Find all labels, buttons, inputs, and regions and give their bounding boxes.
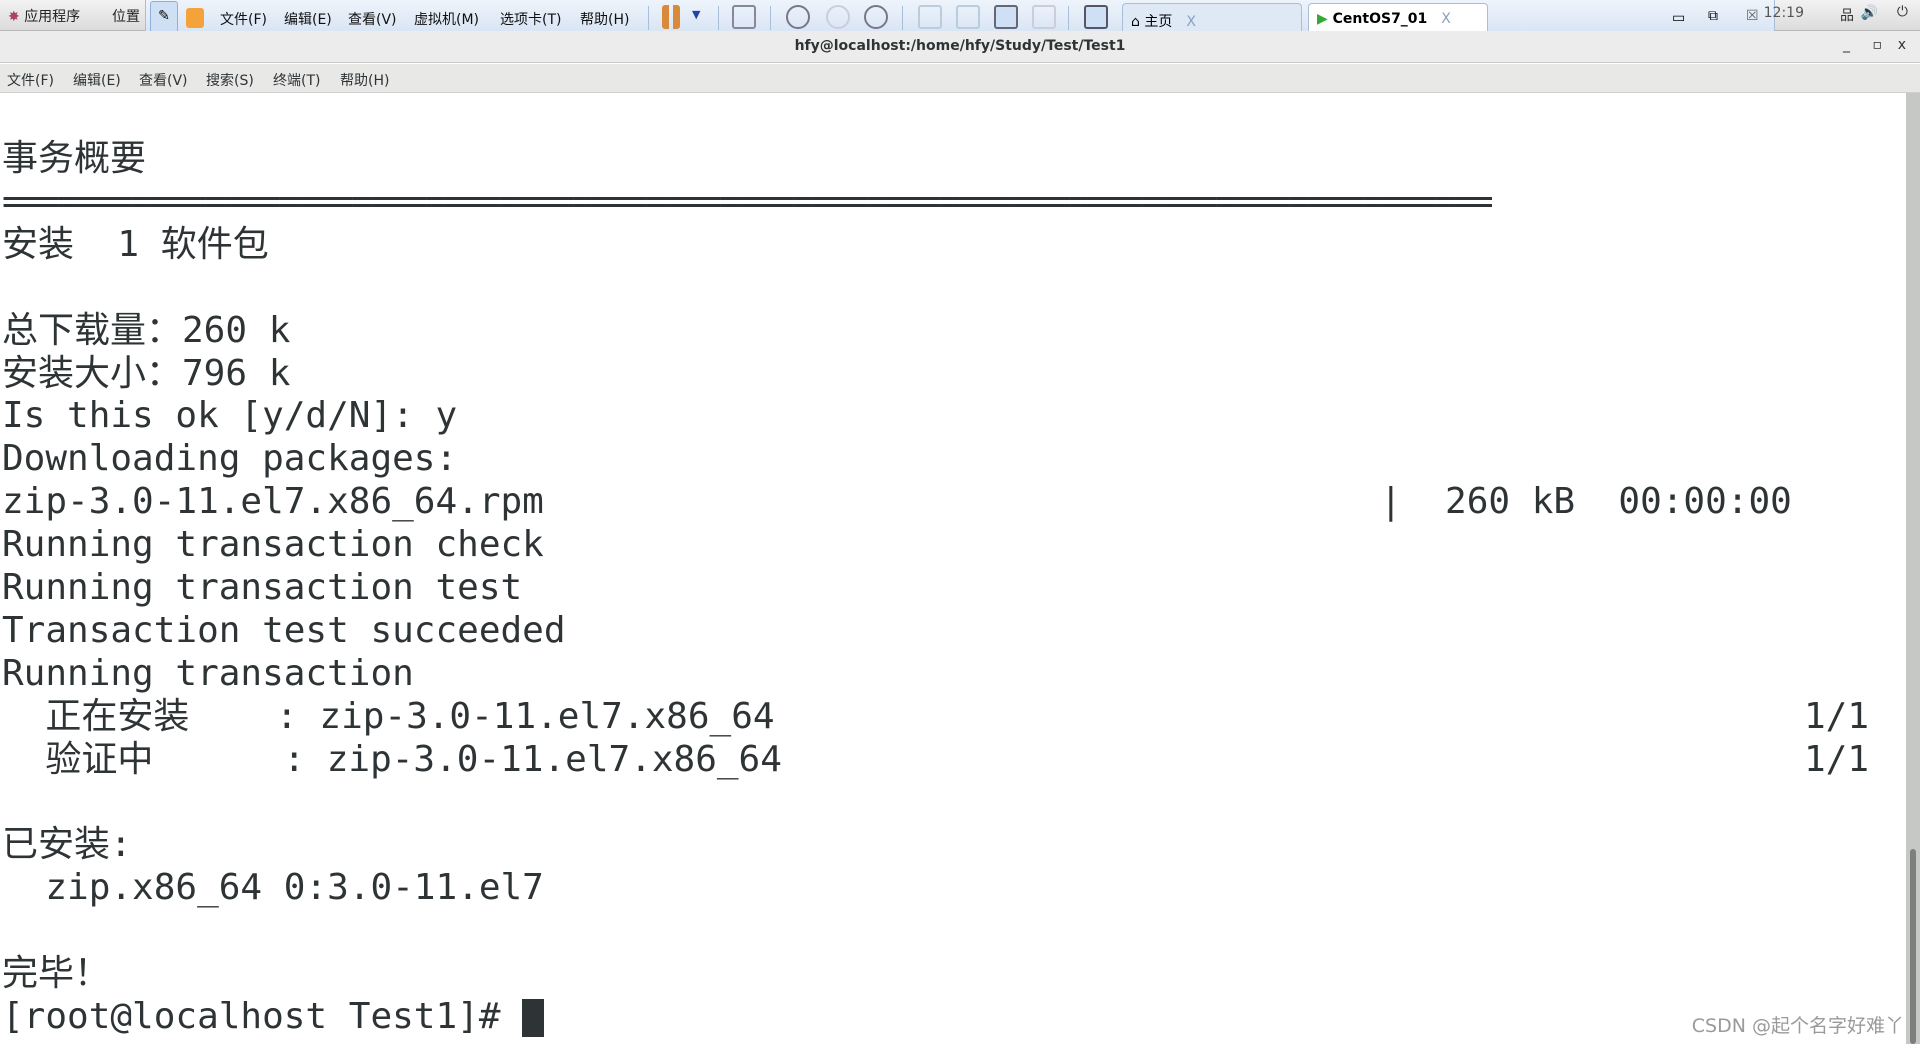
minimize-button[interactable]: _ [1843,37,1850,53]
prompt: [root@localhost Test1]# [2,996,523,1037]
terminal-line: Running transaction test [2,567,523,608]
apps-label: 应用程序 [24,9,81,25]
clock[interactable]: 12:19 [1764,5,1804,21]
terminal-line: 安装大小：796 k [2,352,291,394]
maximize-button[interactable]: ▫ [1873,37,1883,53]
terminal-line: 完毕！ [2,953,111,995]
vm-menu-vm[interactable]: 虚拟机(M) [414,9,479,29]
progress-count: 1/1 [1804,738,1870,780]
terminal-line: [root@localhost Test1]# [2,995,545,1038]
dropdown-arrow-icon[interactable]: ▼ [692,8,700,21]
terminal-menubar: 文件(F) 编辑(E) 查看(V) 搜索(S) 终端(T) 帮助(H) [0,64,1920,93]
menu-view[interactable]: 查看(V) [139,70,188,90]
vm-menu-edit[interactable]: 编辑(E) [284,9,332,29]
close-button[interactable]: x [1898,37,1906,53]
thumbnail-icon[interactable] [956,5,980,29]
places-menu[interactable]: 位置 [112,6,140,26]
progress-count: 1/1 [1804,695,1870,737]
menu-help[interactable]: 帮助(H) [340,70,389,90]
terminal-line: Running transaction check [2,524,544,566]
scrollbar[interactable] [1906,93,1920,1044]
vm-minimize-icon[interactable]: ▭ [1672,10,1685,26]
terminal-line: 安装 1 软件包 [2,223,269,265]
terminal-line: 验证中 : zip-3.0-11.el7.x86_64 [2,738,782,780]
terminal-line: Is this ok [y/d/N]: y [2,395,458,437]
tab-home-label: 主页 [1144,14,1173,30]
cursor [522,999,545,1037]
vm-menu-tabs[interactable]: 选项卡(T) [500,9,561,29]
menu-search[interactable]: 搜索(S) [206,70,254,90]
vm-close-icon[interactable]: ☒ [1746,8,1759,24]
vm-menu-help[interactable]: 帮助(H) [580,9,629,29]
pin-icon[interactable]: ✎ [150,1,178,34]
terminal-line: zip-3.0-11.el7.x86_64.rpm [2,481,544,523]
terminal-line: Transaction test succeeded [2,609,566,651]
console-view-icon[interactable] [1084,5,1108,29]
revert-snapshot-icon[interactable] [826,5,850,29]
tab-home[interactable]: ⌂ 主页 X [1122,3,1302,34]
power-icon[interactable]: ⏻ [1897,4,1908,20]
home-icon: ⌂ [1131,14,1140,30]
vm-icon: ▶ [1317,11,1328,27]
terminal-line: 事务概要 [2,138,147,179]
window-titlebar: hfy@localhost:/home/hfy/Study/Test/Test1… [0,31,1920,63]
terminal-line: 已安装: [2,824,132,866]
menu-file[interactable]: 文件(F) [7,70,54,90]
tab-close-icon[interactable]: X [1441,11,1451,27]
download-info: | 260 kB 00:00:00 [1380,481,1792,523]
vm-restore-icon[interactable]: ⧉ [1708,8,1718,24]
menu-edit[interactable]: 编辑(E) [73,70,121,90]
snapshot-manager-icon[interactable] [864,5,888,29]
network-icon[interactable]: 品 [1840,5,1854,25]
watermark: CSDN @起个名字好难丫 [1691,1015,1904,1037]
vm-menu-file[interactable]: 文件(F) [220,9,267,29]
menu-terminal[interactable]: 终端(T) [273,70,320,90]
terminal-line: ========================================… [2,180,1494,222]
apps-icon: ✸ [8,9,20,25]
terminal-line: Running transaction [2,652,414,694]
pause-icon[interactable] [662,5,680,29]
volume-icon[interactable]: 🔊 [1861,5,1878,21]
terminal-line: zip.x86_64 0:3.0-11.el7 [2,867,544,909]
terminal-output[interactable]: 事务概要 ====================================… [0,93,1906,1044]
vm-menu-view[interactable]: 查看(V) [348,9,397,29]
terminal-line: Downloading packages: [2,438,458,480]
window-title: hfy@localhost:/home/hfy/Study/Test/Test1 [794,38,1126,54]
tab-centos-label: CentOS7_01 [1332,11,1428,27]
unity-icon[interactable] [1032,5,1056,29]
send-keys-icon[interactable] [732,5,756,29]
applications-menu[interactable]: ✸ 应用程序 [8,6,80,26]
tab-close-icon[interactable]: X [1186,14,1196,30]
fullscreen-icon[interactable] [994,5,1018,29]
vmware-logo-icon [186,8,204,28]
terminal-line: 正在安装 : zip-3.0-11.el7.x86_64 [2,695,775,737]
library-icon[interactable] [918,5,942,29]
terminal-line: 总下载量：260 k [2,309,291,351]
snapshot-icon[interactable] [786,5,810,29]
scrollbar-thumb[interactable] [1910,849,1916,1044]
tab-centos[interactable]: ▶ CentOS7_01 X [1308,3,1488,34]
